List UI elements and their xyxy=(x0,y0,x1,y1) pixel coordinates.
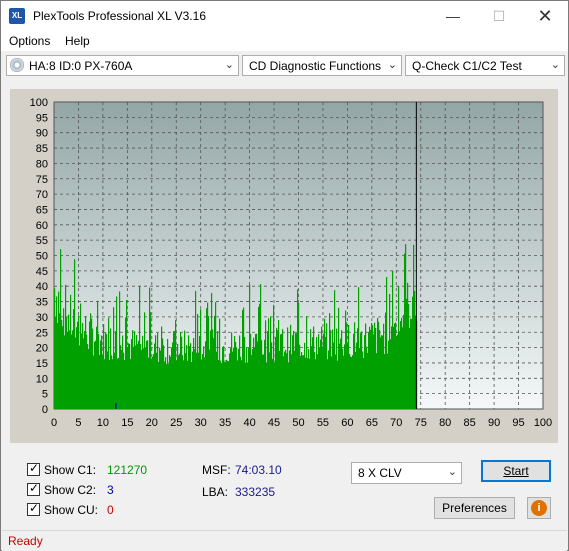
test-select-value: Q-Check C1/C2 Test xyxy=(412,59,522,73)
maximize-button[interactable]: ☐ xyxy=(476,1,522,31)
x-tick-label: 15 xyxy=(121,417,133,429)
y-tick-label: 20 xyxy=(36,343,48,355)
title-bar: XL PlexTools Professional XL V3.16 — ☐ ✕ xyxy=(1,1,568,31)
checkbox-checked-icon xyxy=(27,461,40,476)
test-select[interactable]: Q-Check C1/C2 Test ⌄ xyxy=(405,55,565,76)
x-tick-label: 0 xyxy=(51,417,57,429)
app-logo-icon: XL xyxy=(9,8,25,24)
preferences-button-label: Preferences xyxy=(442,501,507,515)
y-tick-label: 45 xyxy=(36,266,48,278)
preferences-button[interactable]: Preferences xyxy=(434,497,515,519)
msf-value: 74:03.10 xyxy=(235,463,282,477)
lba-value: 333235 xyxy=(235,485,276,499)
x-tick-label: 65 xyxy=(366,417,378,429)
checkbox-checked-icon xyxy=(27,501,40,516)
c2-value: 3 xyxy=(107,483,114,497)
c1-value: 121270 xyxy=(107,463,148,477)
msf-label: MSF: xyxy=(202,463,231,477)
x-tick-label: 30 xyxy=(195,417,207,429)
y-tick-label: 85 xyxy=(36,143,48,155)
x-tick-label: 35 xyxy=(219,417,231,429)
function-select[interactable]: CD Diagnostic Functions ⌄ xyxy=(242,55,402,76)
x-tick-label: 70 xyxy=(390,417,402,429)
show-c2-label: Show C2: xyxy=(44,483,97,497)
stats-panel: Show C1: 121270 Show C2: 3 Show CU: 0 MS… xyxy=(10,454,558,524)
drive-select[interactable]: HA:8 ID:0 PX-760A ⌄ xyxy=(6,55,239,76)
y-tick-label: 65 xyxy=(36,204,48,216)
y-tick-label: 40 xyxy=(36,281,48,293)
chevron-down-icon: ⌄ xyxy=(550,59,560,71)
y-tick-label: 50 xyxy=(36,251,48,263)
menu-help[interactable]: Help xyxy=(65,34,90,48)
x-tick-label: 75 xyxy=(415,417,427,429)
status-bar: Ready xyxy=(2,530,567,551)
x-tick-label: 90 xyxy=(488,417,500,429)
x-tick-label: 60 xyxy=(341,417,353,429)
x-tick-label: 55 xyxy=(317,417,329,429)
x-tick-label: 85 xyxy=(464,417,476,429)
show-cu-label: Show CU: xyxy=(44,503,99,517)
x-tick-label: 10 xyxy=(97,417,109,429)
start-button[interactable]: Start xyxy=(481,460,551,482)
x-tick-label: 100 xyxy=(534,417,552,429)
chevron-down-icon: ⌄ xyxy=(224,59,234,71)
disc-icon xyxy=(10,58,24,72)
y-tick-label: 100 xyxy=(30,97,48,109)
y-tick-label: 75 xyxy=(36,174,48,186)
c2-bar xyxy=(115,402,117,409)
speed-select-value: 8 X CLV xyxy=(358,466,402,480)
cu-value: 0 xyxy=(107,503,114,517)
x-tick-label: 25 xyxy=(170,417,182,429)
checkbox-checked-icon xyxy=(27,481,40,496)
y-tick-label: 15 xyxy=(36,358,48,370)
chevron-down-icon: ⌄ xyxy=(447,466,457,478)
lba-label: LBA: xyxy=(202,485,229,499)
window-title: PlexTools Professional XL V3.16 xyxy=(33,9,206,23)
main-window: XL PlexTools Professional XL V3.16 — ☐ ✕… xyxy=(0,0,569,551)
menu-bar: Options Help xyxy=(1,31,568,51)
function-select-value: CD Diagnostic Functions xyxy=(249,59,382,73)
info-icon: i xyxy=(531,500,547,516)
x-tick-label: 45 xyxy=(268,417,280,429)
c1c2-chart: 0510152025303540455055606570758085909510… xyxy=(30,97,553,429)
y-tick-label: 60 xyxy=(36,220,48,232)
y-tick-label: 30 xyxy=(36,312,48,324)
menu-options[interactable]: Options xyxy=(9,34,50,48)
y-tick-label: 5 xyxy=(42,389,48,401)
x-tick-label: 20 xyxy=(146,417,158,429)
show-c1-label: Show C1: xyxy=(44,463,97,477)
info-button[interactable]: i xyxy=(527,497,551,519)
chart-panel: 0 5 10 15 20 25 30 35 40 45 50 55 60 65 70 75 80 85 90 95 10… xyxy=(10,89,558,443)
y-tick-label: 90 xyxy=(36,128,48,140)
status-text: Ready xyxy=(8,534,43,548)
y-tick-label: 35 xyxy=(36,297,48,309)
x-tick-label: 50 xyxy=(292,417,304,429)
start-button-label: Start xyxy=(503,464,529,478)
drive-select-value: HA:8 ID:0 PX-760A xyxy=(29,59,133,73)
y-tick-label: 0 xyxy=(42,404,48,416)
y-tick-label: 95 xyxy=(36,112,48,124)
y-tick-label: 80 xyxy=(36,158,48,170)
close-button[interactable]: ✕ xyxy=(522,1,568,31)
speed-select[interactable]: 8 X CLV ⌄ xyxy=(351,462,462,484)
y-tick-label: 55 xyxy=(36,235,48,247)
x-tick-label: 80 xyxy=(439,417,451,429)
y-tick-label: 10 xyxy=(36,373,48,385)
minimize-button[interactable]: — xyxy=(430,1,476,31)
y-tick-label: 70 xyxy=(36,189,48,201)
x-tick-label: 40 xyxy=(243,417,255,429)
y-tick-label: 25 xyxy=(36,327,48,339)
x-tick-label: 95 xyxy=(512,417,524,429)
x-tick-label: 5 xyxy=(75,417,81,429)
chevron-down-icon: ⌄ xyxy=(387,59,397,71)
